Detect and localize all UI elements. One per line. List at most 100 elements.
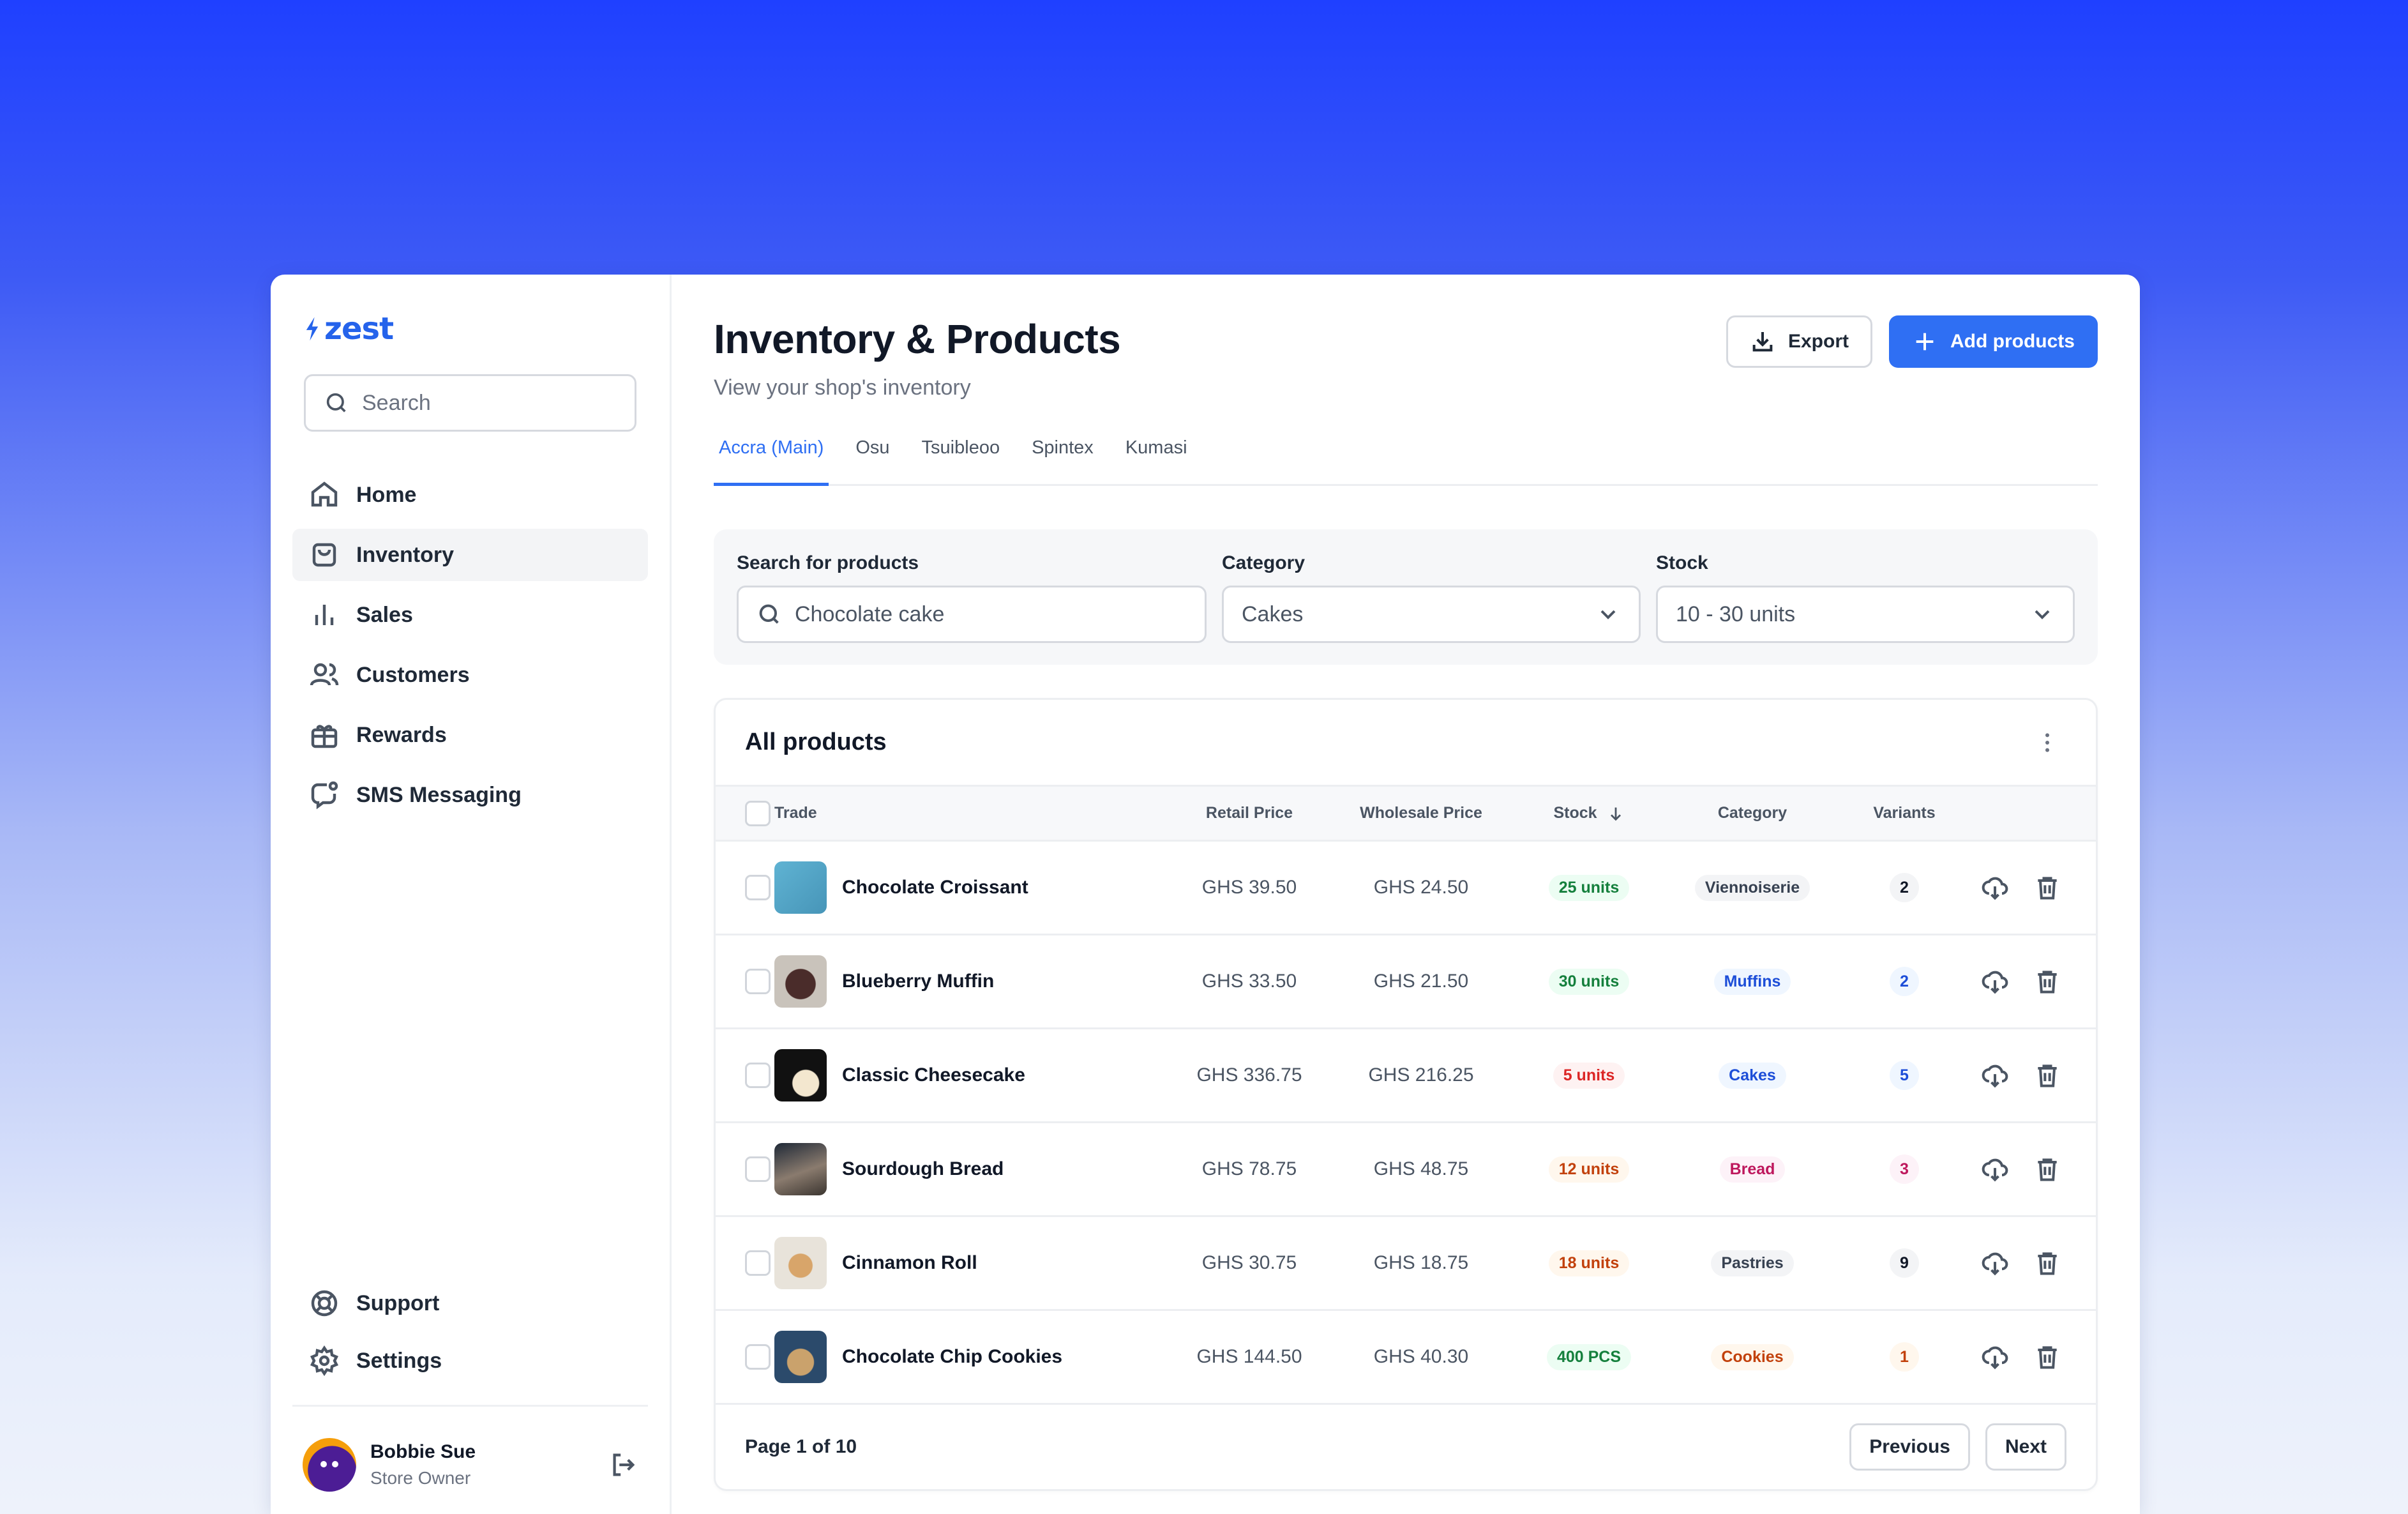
table-row[interactable]: Blueberry Muffin GHS 33.50 GHS 21.50 30 … — [716, 935, 2096, 1029]
product-name: Blueberry Muffin — [842, 971, 995, 992]
tab-kumasi[interactable]: Kumasi — [1120, 432, 1193, 486]
table-row[interactable]: Classic Cheesecake GHS 336.75 GHS 216.25… — [716, 1029, 2096, 1123]
sidebar-item-inventory[interactable]: Inventory — [292, 529, 648, 581]
table-body: Chocolate Croissant GHS 39.50 GHS 24.50 … — [716, 842, 2096, 1405]
row-checkbox[interactable] — [745, 1156, 771, 1182]
sidebar-search-placeholder: Search — [362, 390, 431, 415]
stock-badge: 12 units — [1548, 1156, 1630, 1183]
row-checkbox[interactable] — [745, 875, 771, 900]
sidebar-divider — [292, 1405, 648, 1407]
col-stock-label: Stock — [1553, 803, 1597, 822]
category-badge: Cakes — [1719, 1062, 1786, 1089]
sidebar-footer-nav: Support Settings — [292, 1277, 648, 1392]
download-icon — [1752, 332, 1773, 352]
retail-price: GHS 144.50 — [1196, 1346, 1302, 1367]
cloud-download-icon[interactable] — [1981, 874, 2009, 902]
row-checkbox[interactable] — [745, 1344, 771, 1370]
trash-icon[interactable] — [2033, 1155, 2061, 1183]
wholesale-price: GHS 216.25 — [1368, 1064, 1474, 1086]
category-badge: Cookies — [1711, 1344, 1794, 1370]
product-cell: Sourdough Bread — [774, 1143, 1164, 1195]
tab-osu[interactable]: Osu — [850, 432, 894, 486]
filter-panel: Search for products Chocolate cake Categ… — [714, 529, 2098, 665]
col-trade[interactable]: Trade — [774, 804, 1164, 822]
product-thumbnail — [774, 1143, 827, 1195]
table-row[interactable]: Chocolate Croissant GHS 39.50 GHS 24.50 … — [716, 842, 2096, 935]
add-products-button[interactable]: Add products — [1889, 315, 2098, 368]
col-retail-price[interactable]: Retail Price — [1164, 804, 1335, 822]
brand-logo[interactable]: zest — [305, 311, 648, 347]
col-stock[interactable]: Stock — [1507, 804, 1671, 822]
home-icon — [311, 481, 338, 507]
product-cell: Classic Cheesecake — [774, 1049, 1164, 1101]
table-head: Trade Retail Price Wholesale Price Stock… — [716, 787, 2096, 842]
stock-badge: 5 units — [1553, 1062, 1625, 1089]
user-role: Store Owner — [370, 1468, 471, 1488]
tab-tsuibleoo[interactable]: Tsuibleoo — [917, 432, 1005, 486]
category-badge: Muffins — [1713, 968, 1791, 995]
category-badge: Bread — [1719, 1156, 1786, 1183]
category-select[interactable]: Cakes — [1222, 586, 1641, 643]
tab-spintex[interactable]: Spintex — [1027, 432, 1099, 486]
sidebar-item-sms-messaging[interactable]: SMS Messaging — [292, 769, 648, 821]
products-table-card: All products Trade Retail Price Wholesal… — [714, 698, 2098, 1491]
logout-icon[interactable] — [608, 1450, 638, 1480]
cloud-download-icon[interactable] — [1981, 1249, 2009, 1277]
trash-icon[interactable] — [2033, 1343, 2061, 1371]
sidebar-item-rewards[interactable]: Rewards — [292, 709, 648, 761]
users-icon — [310, 663, 339, 686]
cloud-download-icon[interactable] — [1981, 967, 2009, 995]
stock-filter: Stock 10 - 30 units — [1656, 552, 2075, 643]
col-wholesale-price[interactable]: Wholesale Price — [1335, 804, 1507, 822]
table-row[interactable]: Chocolate Chip Cookies GHS 144.50 GHS 40… — [716, 1311, 2096, 1405]
search-filter-label: Search for products — [737, 552, 919, 573]
header-actions: Export Add products — [1726, 315, 2098, 368]
cloud-download-icon[interactable] — [1981, 1343, 2009, 1371]
row-checkbox[interactable] — [745, 969, 771, 994]
row-checkbox[interactable] — [745, 1063, 771, 1088]
product-search-input[interactable]: Chocolate cake — [737, 586, 1207, 643]
table-row[interactable]: Sourdough Bread GHS 78.75 GHS 48.75 12 u… — [716, 1123, 2096, 1217]
plus-icon — [1916, 333, 1934, 351]
table-row[interactable]: Cinnamon Roll GHS 30.75 GHS 18.75 18 uni… — [716, 1217, 2096, 1311]
previous-button[interactable]: Previous — [1849, 1423, 1970, 1471]
bar-chart-icon — [315, 605, 334, 625]
sidebar-item-label: Home — [356, 482, 417, 507]
sidebar-search-input[interactable]: Search — [304, 374, 636, 432]
col-category[interactable]: Category — [1671, 804, 1834, 822]
table-header-bar: All products — [716, 700, 2096, 787]
main-nav: Home Inventory Sales Customers Rewards S… — [292, 469, 648, 821]
sidebar-item-settings[interactable]: Settings — [292, 1335, 648, 1387]
category-select-value: Cakes — [1242, 602, 1304, 626]
sidebar-item-home[interactable]: Home — [292, 469, 648, 521]
trash-icon[interactable] — [2033, 967, 2061, 995]
trash-icon[interactable] — [2033, 874, 2061, 902]
sidebar-item-support[interactable]: Support — [292, 1277, 648, 1329]
sidebar-item-sales[interactable]: Sales — [292, 589, 648, 641]
cloud-download-icon[interactable] — [1981, 1155, 2009, 1183]
trash-icon[interactable] — [2033, 1061, 2061, 1089]
bag-icon — [312, 543, 336, 567]
retail-price: GHS 336.75 — [1196, 1064, 1302, 1086]
retail-price: GHS 78.75 — [1201, 1158, 1297, 1179]
stock-select[interactable]: 10 - 30 units — [1656, 586, 2075, 643]
export-button[interactable]: Export — [1726, 315, 1872, 368]
user-profile[interactable]: Bobbie Sue Store Owner — [303, 1438, 648, 1492]
trash-icon[interactable] — [2033, 1249, 2061, 1277]
select-all-checkbox[interactable] — [745, 800, 771, 826]
next-button[interactable]: Next — [1985, 1423, 2066, 1471]
sidebar-item-customers[interactable]: Customers — [292, 649, 648, 701]
sidebar-item-label: Customers — [356, 662, 470, 687]
variants-badge: 9 — [1890, 1248, 1919, 1278]
cloud-download-icon[interactable] — [1981, 1061, 2009, 1089]
more-vertical-icon[interactable] — [2035, 730, 2060, 755]
gift-icon — [311, 725, 338, 748]
product-name: Cinnamon Roll — [842, 1252, 977, 1273]
search-icon — [759, 604, 779, 624]
variants-badge: 2 — [1890, 967, 1919, 996]
pagination: Previous Next — [1849, 1423, 2066, 1471]
variants-badge: 5 — [1890, 1061, 1919, 1090]
tab-accra-main[interactable]: Accra (Main) — [714, 432, 829, 486]
col-variants[interactable]: Variants — [1834, 804, 1975, 822]
row-checkbox[interactable] — [745, 1250, 771, 1276]
